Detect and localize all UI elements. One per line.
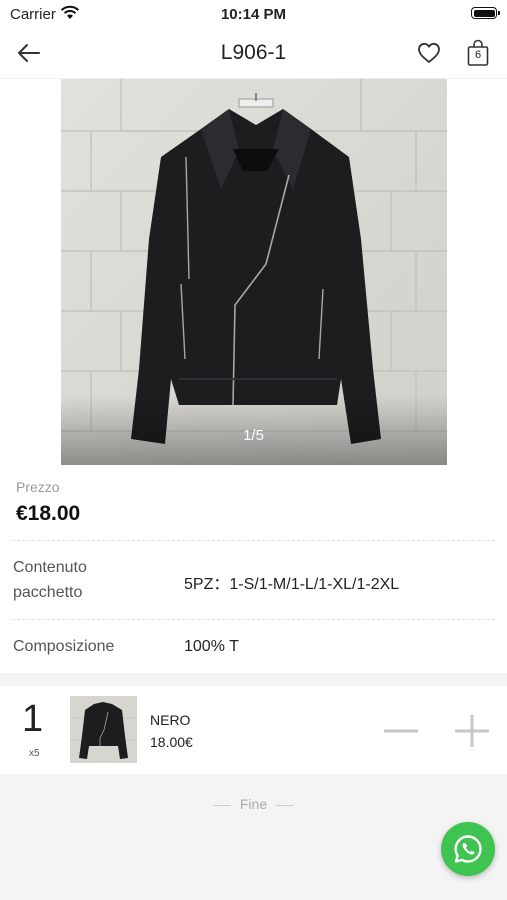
product-info-card: Prezzo €18.00 Contenuto pacchetto 5PZ：1-… [0, 465, 507, 673]
battery-icon [471, 7, 500, 19]
divider [12, 540, 495, 541]
increase-quantity-button[interactable] [452, 714, 492, 748]
status-bar: Carrier 10:14 PM [0, 0, 507, 28]
divider [212, 804, 231, 806]
plus-icon [455, 715, 489, 747]
price-label: Prezzo [16, 479, 60, 495]
minus-icon [384, 729, 418, 733]
whatsapp-chat-button[interactable] [441, 822, 495, 876]
decrease-quantity-button[interactable] [381, 714, 421, 748]
status-time: 10:14 PM [220, 6, 287, 23]
end-of-list-label: Fine [0, 796, 507, 812]
product-photo [61, 79, 447, 465]
selected-quantity: 1 [22, 698, 44, 740]
price-value: €18.00 [16, 502, 81, 525]
variant-selection-row: 1 x5 NERO 18.00€ [0, 686, 507, 774]
heart-icon[interactable] [416, 40, 442, 66]
package-content-value: 5PZ：1-S/1-M/1-L/1-XL/1-2XL [184, 576, 400, 593]
quantity-multiplier: x5 [29, 748, 40, 759]
divider [12, 619, 495, 620]
product-gallery[interactable]: 1/5 [0, 79, 507, 465]
shopping-bag-icon[interactable]: 6 [466, 39, 490, 67]
cart-count-badge: 6 [474, 49, 482, 61]
variant-thumbnail [70, 696, 137, 763]
composition-value: 100% T [184, 638, 239, 655]
composition-label: Composizione [13, 638, 115, 655]
whatsapp-icon [454, 835, 482, 863]
package-content-label: Contenuto pacchetto [13, 559, 87, 601]
divider [276, 804, 295, 806]
navigation-bar: L906-1 6 [0, 28, 507, 79]
gallery-pager: 1/5 [243, 427, 264, 444]
variant-color-name: NERO [150, 712, 191, 728]
variant-price: 18.00€ [150, 734, 193, 750]
